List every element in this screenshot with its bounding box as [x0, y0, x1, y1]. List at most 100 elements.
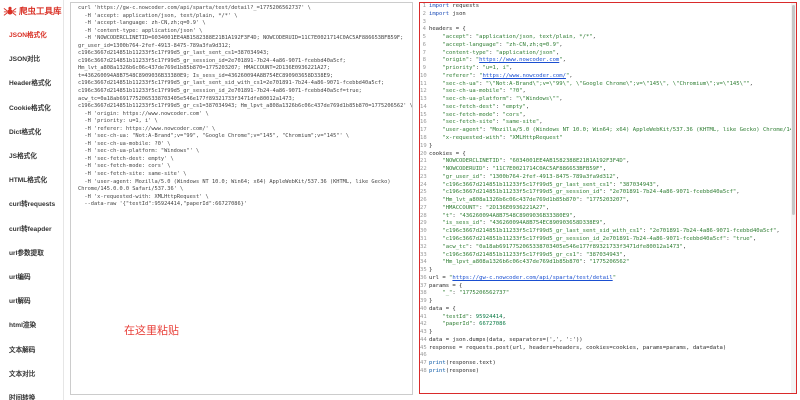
line-number: 47 — [420, 360, 427, 367]
sidebar-item[interactable]: 时间转换 — [0, 385, 63, 400]
sidebar-item[interactable]: curl转feapder — [0, 216, 63, 240]
line-number: 40 — [420, 305, 427, 312]
line-number: 10 — [420, 72, 427, 79]
sidebar-item[interactable]: 文本对比 — [0, 361, 63, 385]
line-number: 17 — [420, 127, 427, 134]
curl-line: c196c3667d214851b11233f5c17f99d5_gr_cs1=… — [78, 103, 413, 110]
sidebar-item[interactable]: curl转requests — [0, 191, 63, 215]
code-text: import json — [429, 10, 466, 17]
code-text: data = json.dumps(data, separators=(',',… — [429, 336, 583, 343]
line-number: 13 — [420, 96, 427, 103]
code-lines: 1 import requests 2 import json 3 4 headers = … — [420, 3, 796, 376]
line-number: 48 — [420, 367, 427, 374]
curl-line: -H 'sec-ch-ua-mobile: ?0' \ — [78, 140, 171, 147]
line-number: 31 — [420, 235, 427, 242]
code-text: "HMACCOUNT": "2D136E0936221A27", — [442, 204, 550, 211]
code-line: 40 data = { — [420, 306, 796, 314]
sidebar-nav: JSON格式化 JSON对比 Header格式化 Cookie格式化 Dict格式化 JS… — [0, 22, 63, 400]
code-line: 30 "c196c3667d214851b11233f5c17f99d5_gr_… — [420, 228, 796, 236]
sidebar-item[interactable]: 文本解码 — [0, 336, 63, 360]
line-number: 21 — [420, 158, 427, 165]
sidebar-item[interactable]: HTML格式化 — [0, 167, 63, 191]
line-number: 45 — [420, 344, 427, 351]
curl-line: --data-raw '{"testId":95924414,"paperId"… — [78, 201, 248, 208]
sidebar-item[interactable]: JSON格式化 — [0, 22, 63, 46]
curl-line: -H 'sec-ch-ua: "Not:A-Brand";v="99", "Go… — [78, 133, 350, 140]
code-line: 29 "is_sess_id": "436260094A8B754EC89090… — [420, 220, 796, 228]
code-line: 31 "c196c3667d214851b11233f5c17f99d5_gr_… — [420, 236, 796, 244]
curl-line: t=436260094A8B7548C8909036B33380E9; Is_s… — [78, 72, 334, 79]
code-line: 44 data = json.dumps(data, separators=(',… — [420, 337, 796, 345]
code-line: 25 "c196c3667d214851b11233f5c17f99d5_gr_… — [420, 189, 796, 197]
line-number: 22 — [420, 166, 427, 173]
python-output-editor[interactable]: 1 import requests 2 import json 3 4 headers = … — [419, 2, 797, 394]
code-line: 23 "gr_user_id": "1300b764-2fef-4913-847… — [420, 174, 796, 182]
sidebar-item[interactable]: JS格式化 — [0, 143, 63, 167]
curl-line: -H 'referer: https://www.nowcoder.com/' … — [78, 125, 216, 132]
line-number: 42 — [420, 321, 427, 328]
code-line: 3 — [420, 19, 796, 27]
sidebar-item[interactable]: html渲染 — [0, 312, 63, 336]
curl-line: -H 'priority: u=1, i' \ — [78, 118, 158, 125]
sidebar: 爬虫工具库 JSON格式化 JSON对比 Header格式化 Cookie格式化 Dic… — [0, 0, 64, 400]
line-number: 26 — [420, 197, 427, 204]
code-text: "NOWCODERUID": "11C7E0021714C0AC5AF88665… — [442, 166, 607, 173]
line-number: 33 — [420, 251, 427, 258]
line-number: 8 — [422, 57, 426, 64]
code-line: 32 "acw_tc": "0a18ab6917752065338703405e… — [420, 244, 796, 252]
code-text: "c196c3667d214851b11233f5c17f99d5_gr_ses… — [442, 189, 740, 196]
code-line: 1 import requests — [420, 3, 796, 11]
code-text: } — [429, 142, 433, 149]
code-line: 9 "priority": "u=1, i", — [420, 65, 796, 73]
code-line: 33 "c196c3667d214851b11233f5c17f99d5_gr_… — [420, 252, 796, 260]
line-number: 38 — [420, 290, 427, 297]
line-number: 36 — [420, 274, 427, 281]
code-text: "acw_tc": "0a18ab6917752065338703405e546… — [442, 243, 687, 250]
app-title: 爬虫工具库 — [19, 6, 62, 16]
code-text: "is_sess_id": "436260094A8B754EC89090365… — [442, 220, 607, 227]
curl-line: -H 'accept-language: zh-CN,zh;q=0.9' \ — [78, 20, 206, 27]
line-number: 7 — [422, 49, 426, 56]
code-line: 27 "HMACCOUNT": "2D136E0936221A27", — [420, 205, 796, 213]
curl-line: gr_user_id=1300b764-2fef-4913-8475-789a3… — [78, 42, 232, 49]
code-line: 26 "Hm_lvt_a808a1326b6c06c437de769d1b85b… — [420, 197, 796, 205]
output-scrollbar[interactable] — [791, 3, 796, 393]
code-line: 14 "sec-fetch-dest": "empty", — [420, 104, 796, 112]
code-line: 48 print(response) — [420, 368, 796, 376]
code-text: "Hm_lpvt_a808a1326b6c06c437de769d1b85b87… — [442, 259, 630, 266]
line-number: 27 — [420, 204, 427, 211]
sidebar-item[interactable]: JSON对比 — [0, 46, 63, 70]
line-number: 30 — [420, 228, 427, 235]
code-text: "gr_user_id": "1300b764-2fef-4913-8475-7… — [442, 173, 620, 180]
code-line: 42 "paperId": 66727086 — [420, 321, 796, 329]
sidebar-item[interactable]: url编码 — [0, 264, 63, 288]
code-text: "sec-ch-ua": "\"Not:A-Brand\";v=\"99\", … — [442, 80, 753, 87]
sidebar-item[interactable]: url参数提取 — [0, 240, 63, 264]
code-text: } — [429, 298, 433, 305]
sidebar-item[interactable]: Dict格式化 — [0, 119, 63, 143]
curl-line: -H 'sec-fetch-site: same-site' \ — [78, 171, 187, 178]
line-number: 12 — [420, 88, 427, 95]
code-text: "x-requested-with": "XMLHttpRequest" — [442, 135, 563, 142]
code-line: 47 print(response.text) — [420, 360, 796, 368]
line-number: 46 — [420, 352, 427, 359]
code-text: params = { — [429, 282, 463, 289]
code-line: 7 "content-type": "application/json", — [420, 50, 796, 58]
curl-line: -H 'user-agent: Mozilla/5.0 (Windows NT … — [78, 178, 391, 185]
scrollbar-thumb[interactable] — [792, 5, 795, 215]
code-text: "priority": "u=1, i", — [442, 65, 513, 72]
sidebar-item[interactable]: Cookie格式化 — [0, 95, 63, 119]
code-text: } — [429, 329, 433, 336]
line-number: 43 — [420, 329, 427, 336]
line-number: 4 — [422, 26, 426, 33]
line-number: 44 — [420, 336, 427, 343]
curl-input-textarea[interactable]: curl 'https://gw-c.nowcoder.com/api/spar… — [70, 2, 413, 395]
code-text: "origin": "https://www.nowcoder.com", — [442, 57, 566, 64]
curl-line: -H 'x-requested-with: XMLHttpRequest' \ — [78, 193, 209, 200]
sidebar-item[interactable]: url解码 — [0, 288, 63, 312]
code-text: "c196c3667d214851b11233f5c17f99d5_gr_ses… — [442, 235, 757, 242]
code-text: cookies = { — [429, 150, 466, 157]
curl-line: -H 'sec-fetch-dest: empty' \ — [78, 155, 174, 162]
sidebar-item[interactable]: Header格式化 — [0, 70, 63, 94]
code-text: "NOWCODERCLINETID": "6034001EE4AB1582388… — [442, 158, 630, 165]
